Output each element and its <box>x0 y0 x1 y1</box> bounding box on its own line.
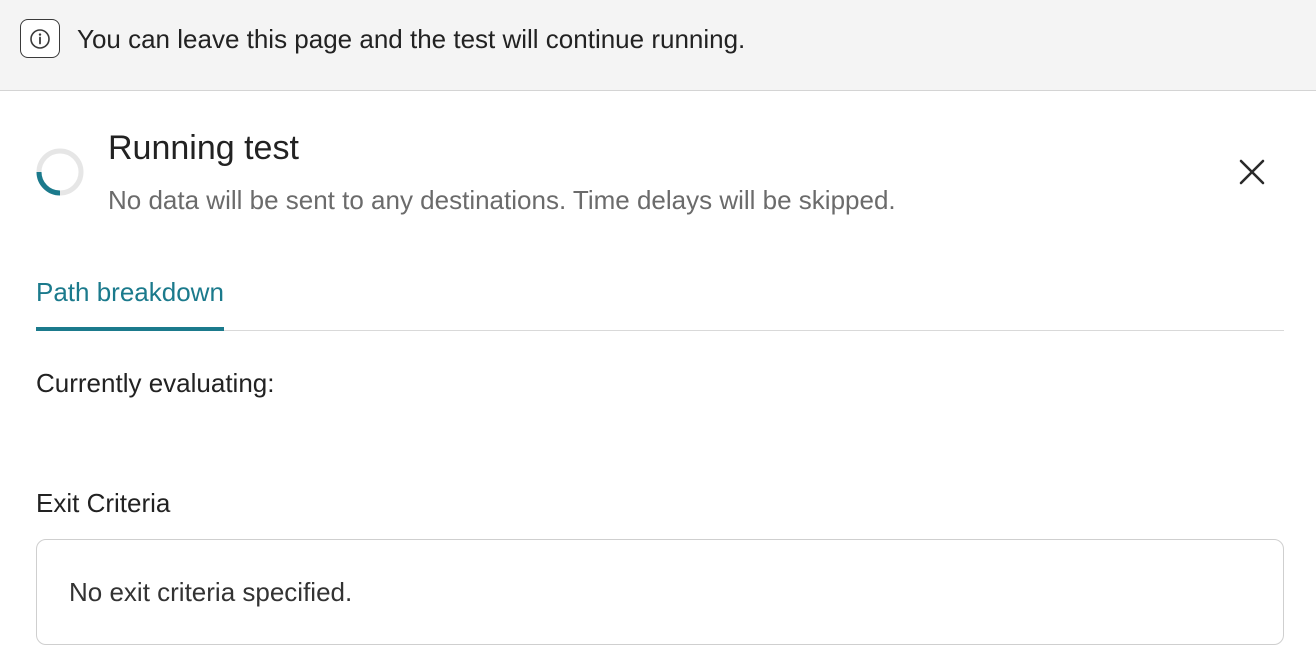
close-button[interactable] <box>1230 150 1274 194</box>
close-icon <box>1239 159 1265 185</box>
tab-path-breakdown[interactable]: Path breakdown <box>36 265 224 331</box>
page-title: Running test <box>108 129 299 167</box>
tab-bar: Path breakdown <box>36 265 1284 331</box>
exit-criteria-box: No exit criteria specified. <box>36 539 1284 645</box>
info-banner: You can leave this page and the test wil… <box>0 0 1316 91</box>
banner-message: You can leave this page and the test wil… <box>77 24 746 54</box>
currently-evaluating-label: Currently evaluating: <box>36 368 275 398</box>
exit-criteria-text: No exit criteria specified. <box>69 577 353 607</box>
loading-spinner-icon <box>35 147 85 202</box>
exit-criteria-heading: Exit Criteria <box>36 488 171 518</box>
page-subtitle: No data will be sent to any destinations… <box>108 185 896 215</box>
info-icon <box>20 19 60 58</box>
